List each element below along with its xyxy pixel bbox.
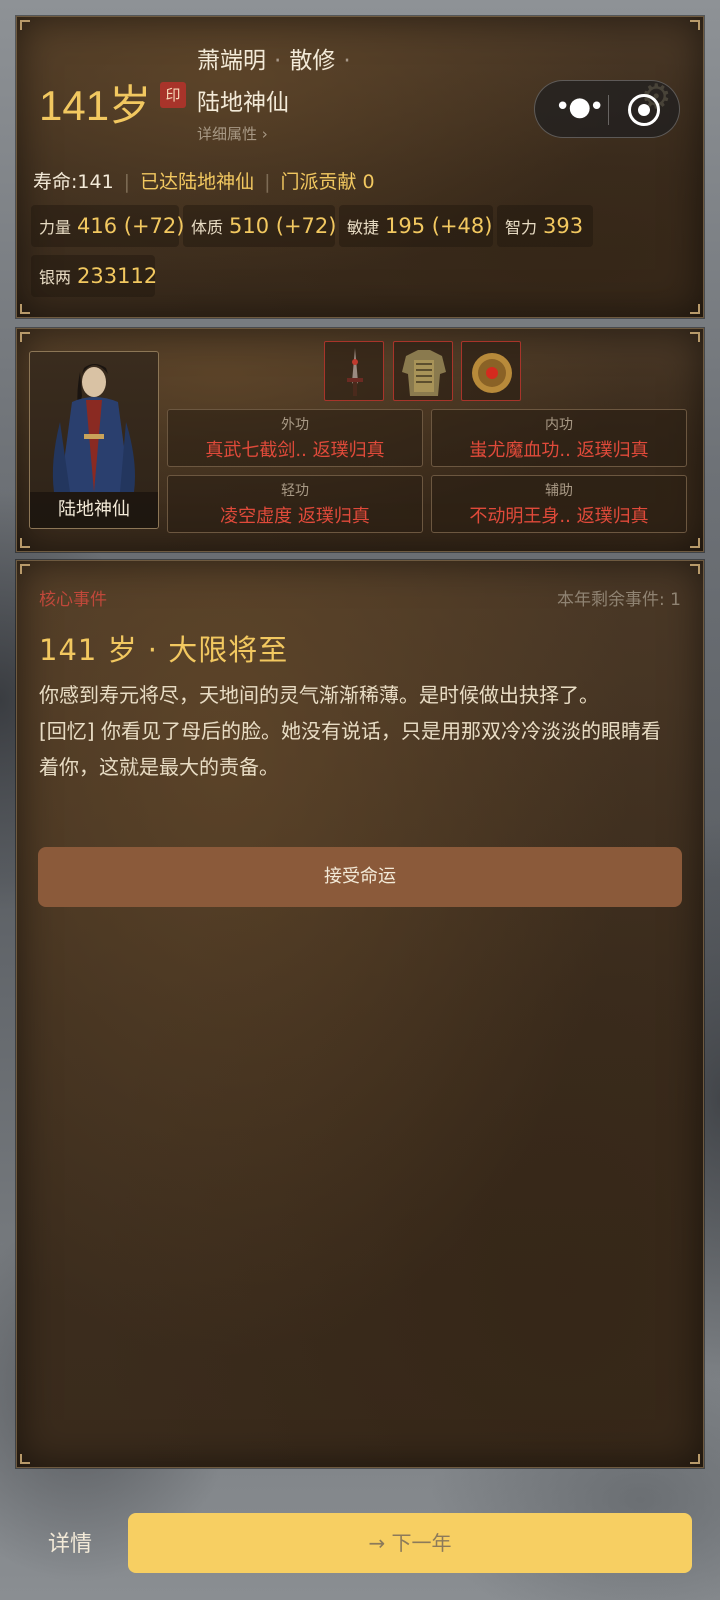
panel-corner xyxy=(690,332,700,342)
sword-icon xyxy=(347,348,363,396)
panel-corner xyxy=(20,538,30,548)
stat-label: 敏捷 xyxy=(347,218,380,237)
detail-attributes-link[interactable]: 详细属性 › xyxy=(197,123,268,144)
event-type-label: 核心事件 xyxy=(39,590,107,610)
stat-label: 银两 xyxy=(39,268,72,287)
stat-label: 体质 xyxy=(191,218,224,237)
achieved-text: 已达陆地神仙 xyxy=(140,171,255,193)
event-title: 141 岁 · 大限将至 xyxy=(39,633,289,667)
next-year-button[interactable]: → 下一年 xyxy=(128,1513,692,1573)
skill-slot-lightness[interactable]: 轻功 凌空虚度 返璞归真 xyxy=(167,475,423,533)
character-figure-icon xyxy=(52,364,135,492)
stat-agility: 敏捷 195 (+48) xyxy=(339,205,493,247)
skill-category: 轻功 xyxy=(281,483,309,499)
stat-silver: 银两 233112 xyxy=(31,255,158,297)
event-description: 你感到寿元将尽，天地间的灵气渐渐稀薄。是时候做出抉择了。 [回忆] 你看见了母后… xyxy=(39,677,679,785)
stat-constitution: 体质 510 (+72) xyxy=(183,205,337,247)
panel-corner xyxy=(690,304,700,314)
panel-corner xyxy=(690,20,700,30)
panel-corner xyxy=(20,332,30,342)
seal-badge[interactable]: 印 xyxy=(160,82,186,108)
skill-category: 内功 xyxy=(545,417,573,433)
stat-label: 智力 xyxy=(505,218,538,237)
divider: | xyxy=(264,171,271,193)
miniprogram-capsule: •●• xyxy=(534,80,680,138)
equipment-slot-amulet[interactable] xyxy=(461,341,521,401)
event-panel: 核心事件 本年剩余事件: 1 141 岁 · 大限将至 你感到寿元将尽，天地间的… xyxy=(16,560,704,1468)
character-info-panel: 141岁 印 萧端明·散修· 陆地神仙 详细属性 › ⚙ 寿命:141|已达陆地… xyxy=(16,16,704,318)
skill-name: 不动明王身.. 返璞归真 xyxy=(469,506,649,527)
separator-dot: · xyxy=(274,48,282,74)
skill-category: 辅助 xyxy=(545,483,573,499)
event-paragraph: 你感到寿元将尽，天地间的灵气渐渐稀薄。是时候做出抉择了。 xyxy=(39,683,599,707)
stat-intelligence: 智力 393 xyxy=(497,205,593,247)
skill-slot-support[interactable]: 辅助 不动明王身.. 返璞归真 xyxy=(431,475,687,533)
stat-strength: 力量 416 (+72) xyxy=(31,205,184,247)
divider: | xyxy=(123,171,131,193)
skill-slot-inner[interactable]: 内功 蚩尤魔血功.. 返璞归真 xyxy=(431,409,687,467)
status-line: 寿命:141 | 已达陆地神仙 | 门派贡献 0 xyxy=(33,167,375,194)
sect-name: 散修 xyxy=(289,48,336,74)
panel-corner xyxy=(20,1454,30,1464)
details-button[interactable]: 详情 xyxy=(48,1526,92,1558)
portrait-label: 陆地神仙 xyxy=(30,492,158,528)
contribution-text: 门派贡献 0 xyxy=(280,171,375,193)
panel-corner xyxy=(20,564,30,574)
amulet-icon xyxy=(472,353,512,393)
accept-fate-button[interactable]: 接受命运 xyxy=(38,847,682,907)
panel-corner xyxy=(690,538,700,548)
skill-category: 外功 xyxy=(281,417,309,433)
event-paragraph: [回忆] 你看见了母后的脸。她没有说话，只是用那双冷冷淡淡的眼睛看着你，这就是最… xyxy=(39,719,661,779)
character-name: 萧端明 xyxy=(197,48,266,74)
stat-value: 393 xyxy=(543,214,584,238)
panel-corner xyxy=(20,20,30,30)
panel-corner xyxy=(690,1454,700,1464)
stat-value: 510 (+72) xyxy=(229,214,337,238)
skill-slot-outer[interactable]: 外功 真武七截剑.. 返璞归真 xyxy=(167,409,423,467)
separator-dot: · xyxy=(343,48,351,74)
armor-icon xyxy=(402,350,446,396)
realm-label: 陆地神仙 xyxy=(197,90,289,116)
stat-value: 416 (+72) xyxy=(77,214,185,238)
character-portrait[interactable]: 陆地神仙 xyxy=(29,351,159,529)
skill-name: 蚩尤魔血功.. 返璞归真 xyxy=(469,440,649,461)
panel-corner xyxy=(690,564,700,574)
equipment-panel: 陆地神仙 外功 真武七截剑.. 返璞归真 内功 蚩尤魔血功.. 返璞归真 轻功 xyxy=(16,328,704,552)
skill-name: 凌空虚度 返璞归真 xyxy=(220,506,370,527)
stat-value: 233112 xyxy=(77,264,158,288)
close-target-icon[interactable] xyxy=(628,94,660,126)
remaining-events-count: 本年剩余事件: 1 xyxy=(557,590,681,610)
more-icon[interactable]: •●• xyxy=(555,93,604,125)
panel-corner xyxy=(20,304,30,314)
equipment-slot-armor[interactable] xyxy=(393,341,453,401)
capsule-divider xyxy=(608,95,609,125)
stat-value: 195 (+48) xyxy=(385,214,493,238)
age-display: 141岁 xyxy=(39,82,152,129)
name-line: 萧端明 · 散修 · xyxy=(197,41,359,75)
skill-name: 真武七截剑.. 返璞归真 xyxy=(205,440,385,461)
lifespan-text: 寿命:141 xyxy=(33,171,114,193)
equipment-slot-weapon[interactable] xyxy=(324,341,384,401)
stat-label: 力量 xyxy=(39,218,72,237)
